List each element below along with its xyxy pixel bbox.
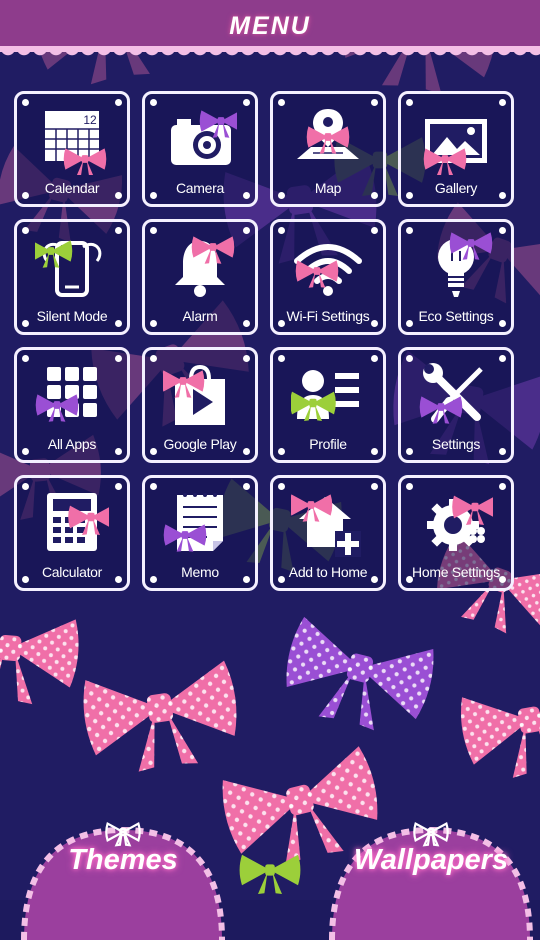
green-bow-decoration [239,854,301,894]
tile-label: Settings [431,436,481,452]
tile-label: Memo [181,564,219,580]
calculator-icon [47,493,109,551]
tile-calendar[interactable]: 12 Calendar [14,91,130,207]
tile-label: All Apps [47,436,97,452]
tile-label: Map [314,180,342,196]
tile-add-to-home[interactable]: Add to Home [270,475,386,591]
menu-header: MENU [0,0,540,60]
tile-label: Alarm [182,308,218,324]
alarm-bell-icon [175,236,235,297]
tile-google-play[interactable]: Google Play [142,347,258,463]
tile-label: Google Play [163,436,237,452]
memo-notepad-icon [163,493,223,552]
wifi-icon [294,244,362,296]
tile-alarm[interactable]: Alarm [142,219,258,335]
camera-icon [171,110,237,165]
tile-label: Profile [309,436,347,452]
tile-gallery[interactable]: Gallery [398,91,514,207]
tile-profile[interactable]: Profile [270,347,386,463]
tile-label: Add to Home [288,564,368,580]
wallpapers-label: Wallpapers [353,844,509,876]
tile-all-apps[interactable]: All Apps [14,347,130,463]
google-play-bag-icon [163,364,225,425]
calendar-date-number: 12 [83,113,97,127]
add-to-home-icon [291,494,361,557]
tile-label: Camera [176,180,224,196]
tile-camera[interactable]: Camera [142,91,258,207]
tile-wifi-settings[interactable]: Wi-Fi Settings [270,219,386,335]
calendar-icon: 12 [45,111,107,175]
tile-label: Wi-Fi Settings [286,308,370,324]
tile-label: Calculator [41,564,103,580]
page-title: MENU [229,12,311,40]
tile-eco-settings[interactable]: Eco Settings [398,219,514,335]
tile-home-settings[interactable]: Home Settings [398,475,514,591]
silent-mode-icon [35,240,102,297]
tile-map[interactable]: Map [270,91,386,207]
tile-label: Silent Mode [36,308,108,324]
map-icon [297,109,359,159]
tile-label: Gallery [434,180,478,196]
header-scallop-edge [0,48,540,60]
tile-label: Home Settings [412,564,500,580]
themes-label: Themes [68,844,178,876]
all-apps-grid-icon [35,367,97,422]
gear-icon [427,495,493,551]
lightbulb-icon [438,232,493,297]
tile-label: Calendar [44,180,100,196]
wrench-screwdriver-icon [419,363,483,424]
gallery-icon [423,119,487,175]
tile-label: Eco Settings [418,308,494,324]
tile-silent-mode[interactable]: Silent Mode [14,219,130,335]
tile-settings[interactable]: Settings [398,347,514,463]
wallpapers-button[interactable]: Wallpapers [326,810,536,940]
themes-button[interactable]: Themes [18,810,228,940]
profile-icon [291,370,359,421]
tile-memo[interactable]: Memo [142,475,258,591]
tile-calculator[interactable]: Calculator [14,475,130,591]
